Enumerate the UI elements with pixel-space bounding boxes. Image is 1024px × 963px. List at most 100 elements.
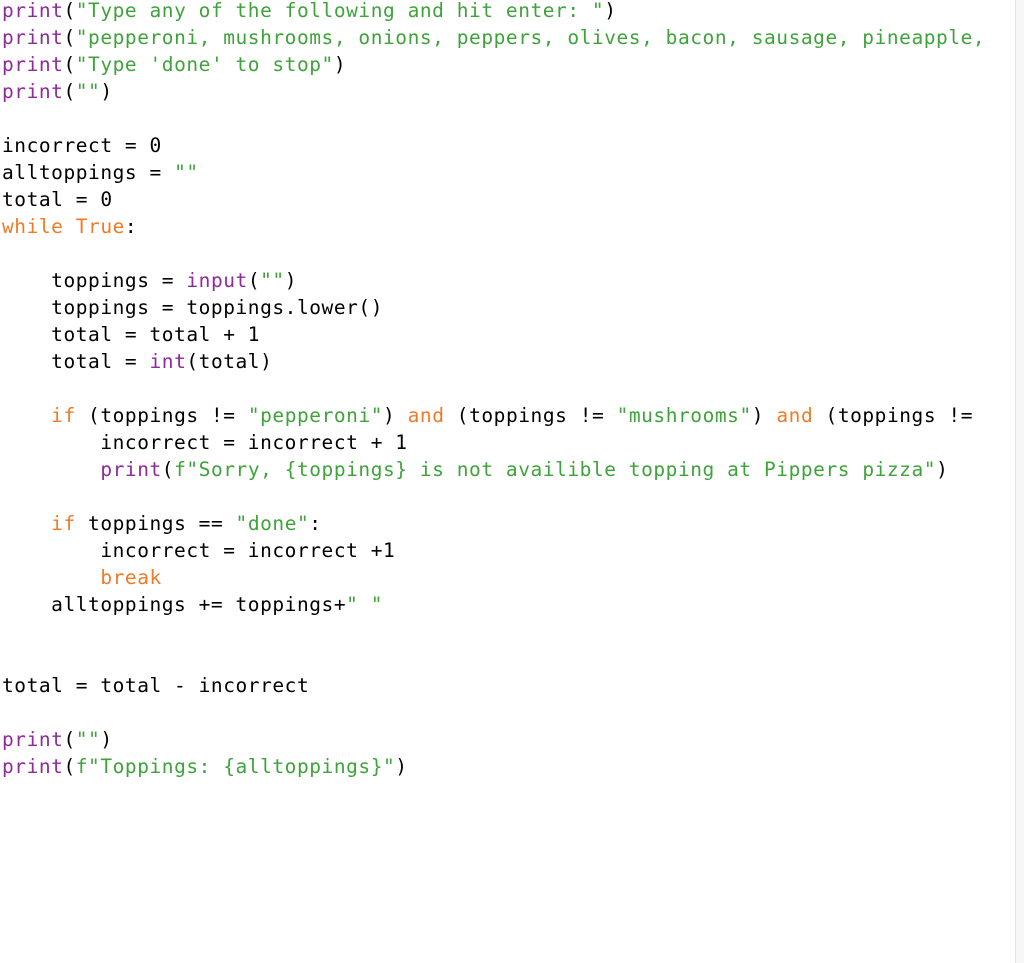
code-line: break: [2, 564, 985, 591]
code-editor[interactable]: print("Type any of the following and hit…: [0, 0, 1016, 963]
string-token: "done": [235, 512, 310, 535]
code-text: (toppings !=: [813, 404, 974, 427]
code-line: ​: [2, 105, 985, 132]
code-text: (: [63, 80, 76, 103]
code-line: toppings = toppings.lower(): [2, 294, 985, 321]
code-line: if toppings == "done":: [2, 510, 985, 537]
code-text: incorrect = 0: [2, 134, 162, 157]
code-text: (: [63, 26, 76, 49]
string-token: f"Sorry, {toppings} is not availible top…: [174, 458, 937, 481]
code-text: ): [100, 728, 113, 751]
code-line: print("Type any of the following and hit…: [2, 0, 985, 24]
code-line: incorrect = incorrect + 1: [2, 429, 985, 456]
code-line: print(""): [2, 78, 985, 105]
code-line: print("Type 'done' to stop"): [2, 51, 985, 78]
code-text: ): [383, 404, 408, 427]
keyword-token: break: [100, 566, 162, 589]
code-line: ​: [2, 240, 985, 267]
function-token: print: [2, 53, 64, 76]
function-token: print: [100, 458, 162, 481]
code-text: toppings = toppings.lower(): [2, 296, 383, 319]
code-text: toppings =: [2, 269, 187, 292]
code-text: (: [63, 53, 76, 76]
keyword-token: while: [2, 215, 64, 238]
code-text: ): [751, 404, 777, 427]
code-text: (: [63, 0, 76, 22]
code-text: (total): [186, 350, 273, 373]
string-token: "pepperoni, mushrooms, onions, peppers, …: [75, 26, 986, 49]
code-text: ): [395, 755, 408, 778]
code-text: :: [124, 215, 138, 238]
keyword-token: and: [407, 404, 445, 427]
string-token: "pepperoni": [247, 404, 384, 427]
code-text: ): [604, 0, 617, 22]
code-text: alltoppings += toppings+: [2, 593, 347, 616]
code-line: print(f"Sorry, {toppings} is not availib…: [2, 456, 985, 483]
code-line: total = int(total): [2, 348, 985, 375]
code-line: alltoppings = "": [2, 159, 985, 186]
code-line: alltoppings += toppings+" ": [2, 591, 985, 618]
code-line: ​: [2, 375, 985, 402]
function-token: input: [186, 269, 248, 292]
function-token: print: [2, 755, 64, 778]
code-text: total = 0: [2, 188, 113, 211]
code-text: :: [309, 512, 322, 535]
code-text: (: [247, 269, 261, 292]
code-text: (: [63, 728, 76, 751]
code-text: incorrect = incorrect + 1: [2, 431, 408, 454]
code-text: ): [936, 458, 949, 481]
code-text: ): [100, 80, 113, 103]
keyword-token: True: [75, 215, 125, 238]
code-text: total = total + 1: [2, 323, 261, 346]
code-text: (toppings !=: [75, 404, 248, 427]
code-text: toppings ==: [75, 512, 236, 535]
string-token: "Type 'done' to stop": [75, 53, 334, 76]
function-token: print: [2, 0, 64, 22]
code-line: incorrect = 0: [2, 132, 985, 159]
code-text: ): [333, 53, 347, 76]
code-line: total = 0: [2, 186, 985, 213]
function-token: print: [2, 728, 64, 751]
vertical-scrollbar[interactable]: [1015, 0, 1024, 963]
function-token: print: [2, 80, 64, 103]
string-token: " ": [346, 593, 383, 616]
code-text: total = total - incorrect: [2, 674, 310, 697]
string-token: "": [75, 80, 101, 103]
code-line: total = total + 1: [2, 321, 985, 348]
keyword-token: if: [51, 404, 76, 427]
string-token: f"Toppings: {alltoppings}": [75, 755, 396, 778]
code-line: ​: [2, 483, 985, 510]
code-line: total = total - incorrect: [2, 672, 985, 699]
string-token: "mushrooms": [616, 404, 752, 427]
code-text: (: [63, 755, 76, 778]
string-token: "": [75, 728, 101, 751]
code-text: alltoppings =: [2, 161, 175, 184]
code-line: ​: [2, 699, 985, 726]
code-line: print(""): [2, 726, 985, 753]
code-line: if (toppings != "pepperoni") and (toppin…: [2, 402, 985, 429]
string-token: "": [174, 161, 199, 184]
keyword-token: and: [776, 404, 814, 427]
code-line: ​: [2, 618, 985, 645]
string-token: "": [260, 269, 285, 292]
code-text: ): [284, 269, 297, 292]
code-text: (: [161, 458, 175, 481]
function-token: int: [149, 350, 187, 373]
code-text: (toppings !=: [444, 404, 617, 427]
keyword-token: if: [51, 512, 76, 535]
code-text: total =: [2, 350, 150, 373]
code-line: ​: [2, 645, 985, 672]
code-line: print("pepperoni, mushrooms, onions, pep…: [2, 24, 985, 51]
code-line: while True:: [2, 213, 985, 240]
code-text: incorrect = incorrect +1: [2, 539, 396, 562]
code-content[interactable]: print("Type any of the following and hit…: [2, 0, 985, 780]
code-line: toppings = input(""): [2, 267, 985, 294]
code-line: print(f"Toppings: {alltoppings}"): [2, 753, 985, 780]
code-line: incorrect = incorrect +1: [2, 537, 985, 564]
function-token: print: [2, 26, 64, 49]
